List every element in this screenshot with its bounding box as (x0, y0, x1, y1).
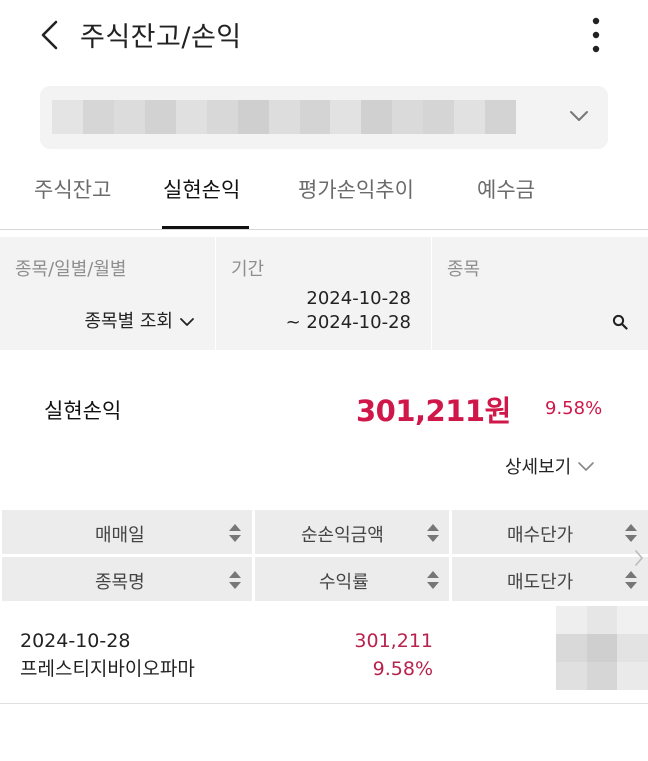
trade-date: 2024-10-28 (20, 630, 131, 652)
tab-realized-pnl[interactable]: 실현손익 (163, 174, 240, 204)
column-header-label: 매매일 (95, 525, 145, 546)
detail-view-button[interactable]: 상세보기 (505, 453, 595, 479)
period-end: ~ 2024-10-28 (285, 312, 411, 333)
column-header-label: 매수단가 (507, 525, 574, 546)
detail-view-label: 상세보기 (505, 457, 572, 478)
filter-period-label: 기간 (231, 259, 265, 280)
account-selector[interactable] (40, 86, 608, 149)
realized-pnl-rate: 9.58% (545, 398, 603, 419)
sort-icon (229, 571, 241, 589)
summary-label: 실현손익 (44, 399, 122, 423)
tab-stock-balance[interactable]: 주식잔고 (34, 174, 111, 204)
chevron-down-icon (570, 111, 588, 121)
masked-prices (556, 606, 648, 690)
column-header-label: 매도단가 (507, 572, 574, 593)
sort-icon (625, 571, 637, 589)
column-header-label: 종목명 (95, 572, 145, 593)
tab-bar: 주식잔고 실현손익 평가손익추이 예수금 (0, 160, 648, 230)
column-header-label: 수익률 (319, 572, 369, 593)
back-icon[interactable] (36, 18, 66, 52)
realized-pnl-amount: 301,211원 (356, 394, 511, 428)
table-row[interactable]: 2024-10-28 프레스티지바이오파마 301,211 9.58% (0, 604, 648, 704)
column-header-net-profit[interactable]: 순손익금액 (255, 510, 449, 554)
tab-deposit[interactable]: 예수금 (477, 174, 535, 204)
filter-type-select[interactable]: 종목별 조회 (84, 310, 195, 334)
filter-type-label: 종목/일별/월별 (15, 259, 127, 280)
filter-stock-label: 종목 (447, 259, 481, 280)
chevron-down-icon (180, 318, 194, 326)
column-header-label: 순손익금액 (301, 525, 384, 546)
period-start: 2024-10-28 (306, 288, 411, 309)
sort-icon (625, 524, 637, 542)
column-header-buy-price[interactable]: 매수단가 (452, 510, 648, 554)
filter-period[interactable]: 기간 2024-10-28 ~ 2024-10-28 (215, 237, 431, 350)
active-tab-indicator (162, 226, 249, 229)
scroll-right-icon[interactable] (633, 548, 645, 568)
app-header: 주식잔고/손익 (0, 0, 648, 70)
sort-icon (427, 524, 439, 542)
tab-valuation-trend[interactable]: 평가손익추이 (298, 174, 414, 204)
page-title: 주식잔고/손익 (80, 22, 242, 53)
column-header-sell-price[interactable]: 매도단가 (452, 557, 648, 601)
net-profit: 301,211 (354, 630, 433, 652)
stock-name: 프레스티지바이오파마 (20, 658, 195, 680)
column-header-stock-name[interactable]: 종목명 (2, 557, 252, 601)
filter-type-value: 종목별 조회 (84, 311, 173, 332)
masked-account-number (52, 100, 517, 134)
more-icon[interactable] (586, 16, 606, 54)
column-header-return-rate[interactable]: 수익률 (255, 557, 449, 601)
sort-icon (229, 524, 241, 542)
search-icon[interactable] (612, 314, 628, 330)
column-header-trade-date[interactable]: 매매일 (2, 510, 252, 554)
sort-icon (427, 571, 439, 589)
filter-panel: 종목/일별/월별 종목별 조회 기간 2024-10-28 ~ 2024-10-… (0, 237, 648, 350)
return-rate: 9.58% (372, 658, 433, 680)
filter-type[interactable]: 종목/일별/월별 종목별 조회 (0, 237, 215, 350)
chevron-down-icon (578, 462, 595, 471)
filter-stock[interactable]: 종목 (431, 237, 648, 350)
